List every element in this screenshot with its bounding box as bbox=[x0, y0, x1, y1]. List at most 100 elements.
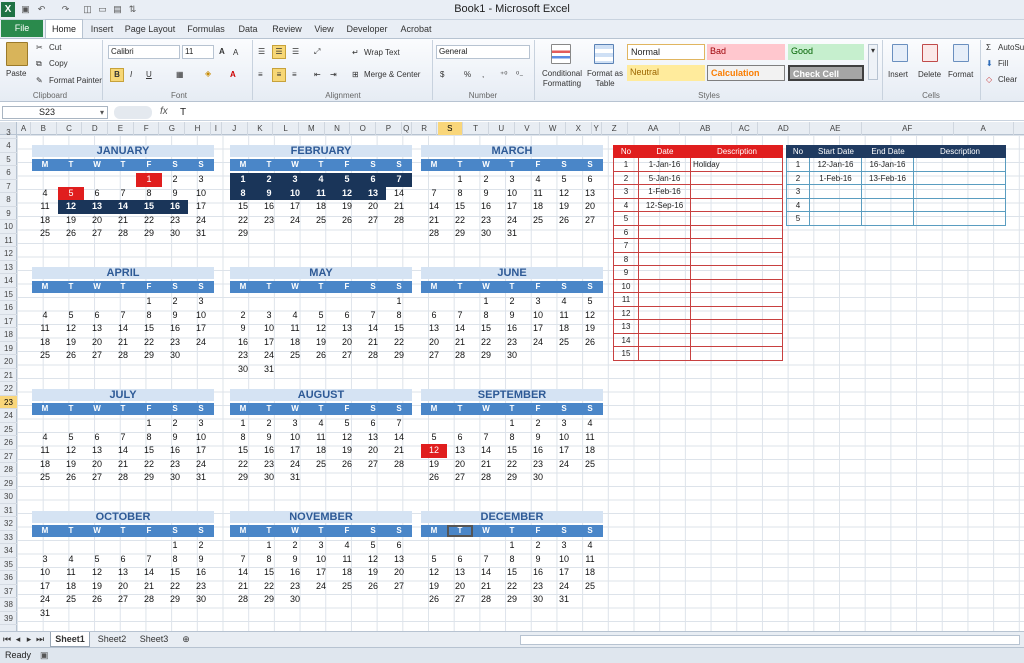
row-header-16[interactable]: 16 bbox=[0, 301, 17, 315]
calendar-day[interactable]: 1 bbox=[136, 417, 162, 431]
tab-review[interactable]: Review bbox=[270, 20, 304, 38]
merge-icon[interactable]: ⊞ bbox=[352, 69, 359, 80]
calendar-day[interactable]: 28 bbox=[473, 593, 499, 607]
calendar-day[interactable]: 15 bbox=[162, 566, 188, 580]
calendar-day[interactable]: 15 bbox=[499, 566, 525, 580]
column-header-a[interactable]: A bbox=[17, 122, 31, 135]
calendar-day[interactable]: 28 bbox=[230, 593, 256, 607]
calendar-day[interactable]: 2 bbox=[525, 417, 551, 431]
holidays-cell[interactable]: 3 bbox=[613, 185, 639, 199]
sheet-tab-1[interactable]: Sheet1 bbox=[50, 632, 90, 647]
calendar-day[interactable]: 13 bbox=[447, 444, 473, 458]
calendar-day[interactable]: 26 bbox=[421, 471, 447, 485]
holidays-cell[interactable] bbox=[639, 279, 691, 293]
column-header-t[interactable]: T bbox=[463, 122, 489, 135]
calendar-day[interactable]: 17 bbox=[256, 336, 282, 350]
calendar-day[interactable]: 7 bbox=[360, 309, 386, 323]
calendar-day[interactable]: 19 bbox=[551, 200, 577, 214]
format-painter-button[interactable]: Format Painter bbox=[49, 75, 102, 86]
calendar-day[interactable]: 24 bbox=[551, 458, 577, 472]
column-header-v[interactable]: V bbox=[515, 122, 541, 135]
calendar-day[interactable]: 15 bbox=[256, 566, 282, 580]
row-header-20[interactable]: 20 bbox=[0, 355, 17, 369]
row-header-26[interactable]: 26 bbox=[0, 436, 17, 450]
name-box[interactable]: S23 bbox=[2, 106, 108, 119]
calendar-day[interactable]: 9 bbox=[525, 431, 551, 445]
calendar-day[interactable]: 23 bbox=[230, 349, 256, 363]
delete-cells-button[interactable]: Delete bbox=[918, 69, 941, 80]
calendar-day[interactable]: 17 bbox=[282, 200, 308, 214]
calendar-day[interactable]: 8 bbox=[499, 431, 525, 445]
calendar-day[interactable]: 2 bbox=[256, 173, 282, 187]
calendar-day[interactable]: 25 bbox=[32, 349, 58, 363]
row-header-6[interactable]: 6 bbox=[0, 166, 17, 180]
calendar-day[interactable]: 23 bbox=[188, 580, 214, 594]
calendar-day[interactable]: 14 bbox=[110, 200, 136, 214]
column-header-u[interactable]: U bbox=[489, 122, 515, 135]
calendar-day[interactable]: 28 bbox=[473, 471, 499, 485]
calendar-day[interactable]: 19 bbox=[334, 200, 360, 214]
calendar-day[interactable]: 14 bbox=[110, 444, 136, 458]
holidays-cell[interactable] bbox=[639, 225, 691, 239]
calendar-day[interactable]: 18 bbox=[551, 322, 577, 336]
row-header-37[interactable]: 37 bbox=[0, 585, 17, 598]
calendar-day[interactable]: 20 bbox=[84, 336, 110, 350]
calendar-day[interactable]: 15 bbox=[136, 200, 162, 214]
calendar-day[interactable]: 6 bbox=[386, 539, 412, 553]
calendar-day[interactable]: 7 bbox=[473, 431, 499, 445]
calendar-day[interactable]: 16 bbox=[162, 322, 188, 336]
calendar-day[interactable]: 5 bbox=[577, 295, 603, 309]
column-header-n[interactable]: N bbox=[325, 122, 351, 135]
calendar-day[interactable]: 21 bbox=[473, 580, 499, 594]
calendar-day[interactable]: 10 bbox=[499, 187, 525, 201]
calendar-day[interactable]: 7 bbox=[230, 553, 256, 567]
holidays-cell[interactable]: 12 bbox=[613, 306, 639, 320]
calendar-day[interactable]: 8 bbox=[136, 431, 162, 445]
tab-formulas[interactable]: Formulas bbox=[184, 20, 228, 38]
row-header-23[interactable]: 23 bbox=[0, 395, 17, 409]
calendar-day[interactable]: 20 bbox=[334, 336, 360, 350]
calendar-day[interactable]: 13 bbox=[577, 187, 603, 201]
align-top-icon[interactable]: ☰ bbox=[258, 46, 265, 57]
cut-button[interactable]: Cut bbox=[49, 42, 61, 53]
copy-button[interactable]: Copy bbox=[49, 58, 68, 69]
format-as-table-button[interactable]: Format as Table bbox=[586, 69, 624, 89]
calendar-day[interactable]: 4 bbox=[551, 295, 577, 309]
ranges-cell[interactable] bbox=[914, 158, 1006, 172]
calendar-day[interactable]: 9 bbox=[188, 553, 214, 567]
calendar-day[interactable]: 9 bbox=[282, 553, 308, 567]
font-size-select[interactable]: 11 bbox=[182, 45, 214, 59]
calendar-day[interactable]: 14 bbox=[473, 566, 499, 580]
calendar-day[interactable]: 29 bbox=[499, 471, 525, 485]
calendar-day[interactable]: 25 bbox=[58, 593, 84, 607]
calendar-day[interactable]: 22 bbox=[136, 214, 162, 228]
calendar-day[interactable]: 4 bbox=[58, 553, 84, 567]
row-header-33[interactable]: 33 bbox=[0, 531, 17, 544]
calendar-day[interactable]: 24 bbox=[256, 349, 282, 363]
calendar-day[interactable]: 18 bbox=[577, 444, 603, 458]
ranges-cell[interactable] bbox=[862, 185, 914, 199]
calendar-day[interactable]: 13 bbox=[84, 322, 110, 336]
column-header-j[interactable]: J bbox=[222, 122, 248, 135]
calendar-day[interactable]: 6 bbox=[84, 309, 110, 323]
holidays-cell[interactable] bbox=[639, 239, 691, 253]
tab-data[interactable]: Data bbox=[234, 20, 262, 38]
ranges-cell[interactable]: 4 bbox=[786, 198, 810, 212]
calendar-day[interactable]: 2 bbox=[525, 539, 551, 553]
column-header-r[interactable]: R bbox=[412, 122, 438, 135]
holidays-cell[interactable]: 9 bbox=[613, 266, 639, 280]
row-header-11[interactable]: 11 bbox=[0, 234, 17, 247]
holidays-cell[interactable] bbox=[639, 306, 691, 320]
calendar-day[interactable]: 5 bbox=[84, 553, 110, 567]
ranges-cell[interactable]: 1-Feb-16 bbox=[810, 171, 862, 185]
calendar-day[interactable]: 3 bbox=[282, 417, 308, 431]
calendar-day[interactable]: 4 bbox=[308, 417, 334, 431]
holidays-cell[interactable] bbox=[639, 333, 691, 347]
calendar-day[interactable]: 21 bbox=[421, 214, 447, 228]
calendar-day[interactable]: 22 bbox=[136, 458, 162, 472]
tab-file[interactable]: File bbox=[1, 20, 43, 37]
calendar-day[interactable]: 11 bbox=[282, 322, 308, 336]
calendar-day[interactable]: 16 bbox=[256, 444, 282, 458]
calendar-day[interactable]: 1 bbox=[499, 539, 525, 553]
calendar-day[interactable]: 17 bbox=[551, 566, 577, 580]
